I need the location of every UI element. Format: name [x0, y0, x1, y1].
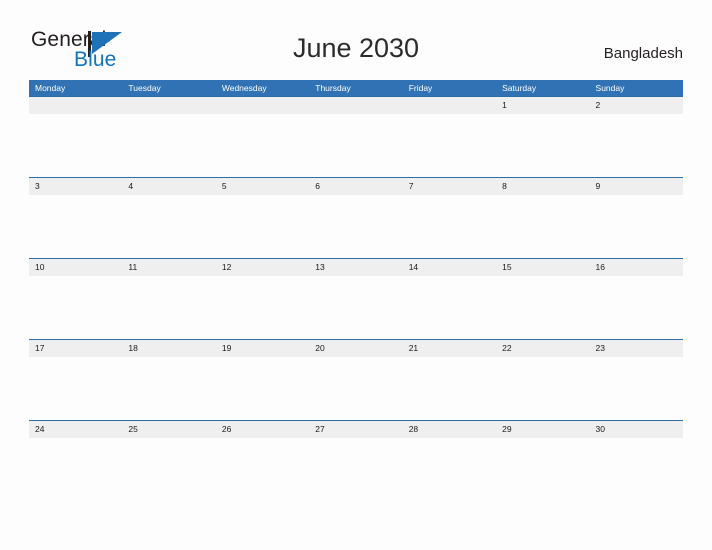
week-row: 17 18 19 20 21 22 23 [29, 339, 683, 420]
day-cell[interactable]: 16 [590, 259, 683, 276]
day-cell[interactable]: 9 [590, 178, 683, 195]
day-cell[interactable]: 18 [122, 340, 215, 357]
day-cell[interactable]: 25 [122, 421, 215, 438]
week-body [29, 438, 683, 501]
day-cell[interactable]: 21 [403, 340, 496, 357]
calendar-grid: Monday Tuesday Wednesday Thursday Friday… [29, 80, 683, 501]
page-header: General Blue June 2030 Bangladesh [0, 0, 712, 80]
week-day-number-band: 17 18 19 20 21 22 23 [29, 340, 683, 357]
day-cell[interactable]: 10 [29, 259, 122, 276]
day-cell[interactable]: 5 [216, 178, 309, 195]
day-cell[interactable]: 1 [496, 97, 589, 114]
day-cell[interactable]: 15 [496, 259, 589, 276]
week-body [29, 195, 683, 258]
week-body [29, 357, 683, 420]
weekday-header-wednesday: Wednesday [221, 83, 267, 93]
day-cell[interactable]: 28 [403, 421, 496, 438]
day-cell[interactable]: 7 [403, 178, 496, 195]
day-cell[interactable]: 30 [590, 421, 683, 438]
week-day-number-band: 3 4 5 6 7 8 9 [29, 178, 683, 195]
day-cell[interactable]: 22 [496, 340, 589, 357]
day-cell[interactable]: 20 [309, 340, 402, 357]
week-row: 1 2 [29, 96, 683, 177]
day-cell[interactable]: 27 [309, 421, 402, 438]
day-cell[interactable]: 2 [590, 97, 683, 114]
weekday-header-friday: Friday [408, 83, 433, 93]
day-cell[interactable]: 6 [309, 178, 402, 195]
day-cell[interactable] [122, 97, 215, 114]
country-label: Bangladesh [603, 45, 683, 62]
day-cell[interactable]: 4 [122, 178, 215, 195]
day-cell[interactable] [309, 97, 402, 114]
day-cell[interactable]: 19 [216, 340, 309, 357]
day-cell[interactable]: 3 [29, 178, 122, 195]
week-row: 3 4 5 6 7 8 9 [29, 177, 683, 258]
day-cell[interactable]: 23 [590, 340, 683, 357]
day-cell[interactable]: 12 [216, 259, 309, 276]
day-cell[interactable]: 13 [309, 259, 402, 276]
day-cell[interactable]: 24 [29, 421, 122, 438]
weekday-header-monday: Monday [35, 83, 66, 93]
week-row: 24 25 26 27 28 29 30 [29, 420, 683, 501]
weekday-header-thursday: Thursday [315, 83, 351, 93]
weekday-header-sunday: Sunday [595, 83, 625, 93]
day-cell[interactable]: 17 [29, 340, 122, 357]
day-cell[interactable] [29, 97, 122, 114]
day-cell[interactable] [216, 97, 309, 114]
day-cell[interactable]: 29 [496, 421, 589, 438]
day-cell[interactable] [403, 97, 496, 114]
day-cell[interactable]: 26 [216, 421, 309, 438]
week-body [29, 114, 683, 177]
week-body [29, 276, 683, 339]
day-cell[interactable]: 11 [122, 259, 215, 276]
weekday-header-row: Monday Tuesday Wednesday Thursday Friday… [29, 80, 683, 96]
week-day-number-band: 1 2 [29, 97, 683, 114]
week-day-number-band: 10 11 12 13 14 15 16 [29, 259, 683, 276]
weekday-header-tuesday: Tuesday [128, 83, 161, 93]
day-cell[interactable]: 8 [496, 178, 589, 195]
week-day-number-band: 24 25 26 27 28 29 30 [29, 421, 683, 438]
day-cell[interactable]: 14 [403, 259, 496, 276]
weekday-header-saturday: Saturday [502, 83, 537, 93]
week-row: 10 11 12 13 14 15 16 [29, 258, 683, 339]
